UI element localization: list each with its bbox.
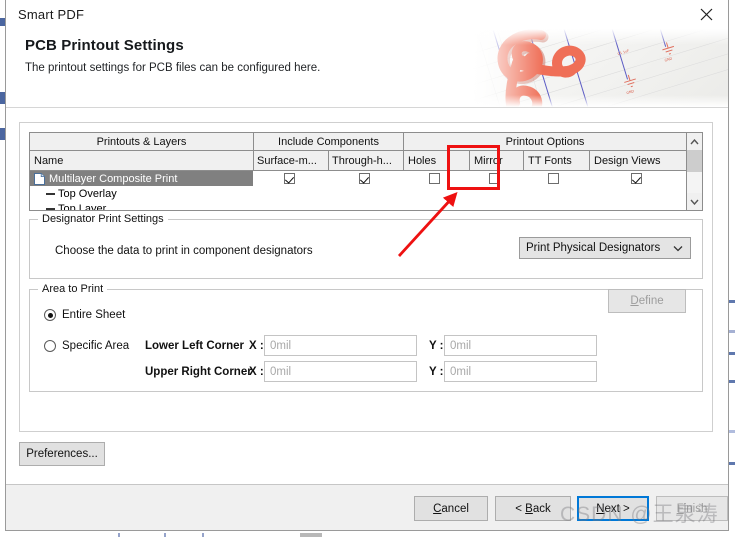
design-views-checkbox[interactable]	[630, 173, 642, 184]
through-hole-checkbox[interactable]	[358, 173, 370, 184]
radio-specific-area-indicator[interactable]	[44, 340, 56, 352]
title-bar: Smart PDF	[6, 0, 728, 29]
printouts-layers-grid: Printouts & Layers Include Components Pr…	[29, 132, 703, 211]
layer-dash-icon	[46, 207, 55, 210]
column-header-design-views[interactable]: Design Views	[590, 151, 686, 170]
row-name-cell[interactable]: Top Layer	[30, 201, 254, 211]
lower-left-y-value: 0mil	[450, 339, 472, 352]
lower-left-x-input[interactable]: 0mil	[264, 335, 417, 356]
cell-surface-mount[interactable]	[253, 171, 328, 186]
radio-entire-sheet-label: Entire Sheet	[62, 309, 126, 321]
desktop-background: Smart PDF C1 1uF GND GND PCB Printout Se…	[0, 0, 735, 537]
surface-mount-checkbox[interactable]	[284, 173, 296, 184]
upper-right-x-label: X :	[249, 366, 264, 378]
settings-panel: Printouts & Layers Include Components Pr…	[19, 122, 713, 432]
preferences-button[interactable]: Preferences...	[19, 442, 105, 466]
row-name-label: Top Layer	[58, 202, 107, 211]
upper-right-y-label: Y :	[429, 366, 444, 378]
page-subtitle: The printout settings for PCB files can …	[25, 62, 321, 74]
area-to-print-group: Area to Print Entire Sheet Specific Area…	[29, 283, 703, 392]
background-app-bottom-edge	[0, 531, 735, 537]
designator-dropdown[interactable]: Print Physical Designators	[519, 237, 691, 259]
window-title: Smart PDF	[18, 7, 85, 22]
chevron-down-icon[interactable]	[687, 193, 702, 210]
upper-right-y-input[interactable]: 0mil	[444, 361, 597, 382]
cell-mirror[interactable]	[467, 171, 521, 186]
scrollbar-thumb[interactable]	[687, 150, 702, 172]
grid-rows: Multilayer Composite Print Top Overlay T…	[30, 171, 686, 211]
table-row[interactable]: Multilayer Composite Print	[30, 171, 686, 186]
designator-print-settings-group: Designator Print Settings Choose the dat…	[29, 213, 703, 279]
lower-left-x-label: X :	[249, 340, 264, 352]
back-button[interactable]: < Back	[495, 496, 571, 521]
lower-left-corner-label: Lower Left Corner	[145, 340, 245, 352]
cell-holes[interactable]	[402, 171, 468, 186]
row-name-label: Multilayer Composite Print	[49, 172, 178, 185]
layer-dash-icon	[46, 192, 55, 195]
holes-checkbox[interactable]	[429, 173, 441, 184]
smart-pdf-dialog: Smart PDF C1 1uF GND GND PCB Printout Se…	[5, 0, 729, 531]
radio-entire-sheet-indicator[interactable]	[44, 309, 56, 321]
dialog-content: Printouts & Layers Include Components Pr…	[6, 108, 728, 484]
lower-left-y-label: Y :	[429, 340, 444, 352]
row-name-cell[interactable]: Top Overlay	[30, 186, 254, 201]
group-header-printout-options[interactable]: Printout Options	[404, 133, 686, 150]
finish-button[interactable]: Finish	[656, 496, 728, 521]
upper-right-x-value: 0mil	[270, 365, 292, 378]
banner-graphic: NET_LABEL C1 1uF R1 R2 R3 R4 GND_PWR GND…	[473, 29, 728, 107]
designator-label: Choose the data to print in component de…	[55, 245, 313, 257]
designator-group-legend: Designator Print Settings	[38, 213, 168, 225]
upper-right-x-input[interactable]: 0mil	[264, 361, 417, 382]
preferences-button-label: Preferences...	[26, 448, 98, 460]
column-header-through-hole[interactable]: Through-h...	[329, 151, 404, 170]
cell-through-hole[interactable]	[327, 171, 402, 186]
column-header-holes[interactable]: Holes	[404, 151, 470, 170]
radio-specific-area[interactable]: Specific Area	[44, 340, 129, 352]
define-button-label-rest: efine	[638, 295, 664, 307]
row-name-label: Top Overlay	[58, 187, 117, 200]
close-icon[interactable]	[684, 0, 728, 29]
cell-design-views[interactable]	[587, 171, 686, 186]
cell-tt-fonts[interactable]	[521, 171, 587, 186]
upper-right-y-value: 0mil	[450, 365, 472, 378]
row-name-cell[interactable]: Multilayer Composite Print	[30, 171, 253, 186]
tt-fonts-checkbox[interactable]	[548, 173, 560, 184]
grid-vertical-scrollbar[interactable]	[686, 133, 702, 210]
page-title: PCB Printout Settings	[25, 37, 184, 54]
lower-left-x-value: 0mil	[270, 339, 292, 352]
lower-left-y-input[interactable]: 0mil	[444, 335, 597, 356]
radio-specific-area-label: Specific Area	[62, 340, 130, 352]
upper-right-corner-label: Upper Right Corner	[145, 366, 252, 378]
group-header-include-components[interactable]: Include Components	[254, 133, 404, 150]
background-app-right-edge	[729, 0, 735, 537]
column-header-tt-fonts[interactable]: TT Fonts	[524, 151, 590, 170]
document-icon	[34, 172, 45, 185]
area-group-legend: Area to Print	[38, 283, 108, 295]
designator-dropdown-value: Print Physical Designators	[526, 242, 661, 254]
radio-entire-sheet[interactable]: Entire Sheet	[44, 309, 125, 321]
grid-column-header-row: Name Surface-m... Through-h... Holes Mir…	[30, 151, 686, 171]
column-header-mirror[interactable]: Mirror	[470, 151, 524, 170]
chevron-up-icon[interactable]	[687, 133, 702, 150]
dialog-banner: NET_LABEL C1 1uF R1 R2 R3 R4 GND_PWR GND…	[6, 29, 728, 108]
group-header-printouts-layers[interactable]: Printouts & Layers	[30, 133, 254, 150]
column-header-surface-mount[interactable]: Surface-m...	[254, 151, 329, 170]
chevron-down-icon	[673, 238, 683, 258]
mirror-checkbox[interactable]	[488, 173, 500, 184]
scrollbar-track[interactable]	[687, 150, 702, 193]
define-button[interactable]: Define	[608, 289, 686, 313]
table-row[interactable]: Top Overlay	[30, 186, 686, 201]
table-row[interactable]: Top Layer	[30, 201, 686, 211]
grid-group-header-row: Printouts & Layers Include Components Pr…	[30, 133, 686, 151]
cancel-button[interactable]: Cancel	[414, 496, 488, 521]
next-button[interactable]: Next >	[577, 496, 649, 521]
column-header-name[interactable]: Name	[30, 151, 254, 170]
dialog-footer: Cancel < Back Next > Finish	[6, 484, 728, 530]
